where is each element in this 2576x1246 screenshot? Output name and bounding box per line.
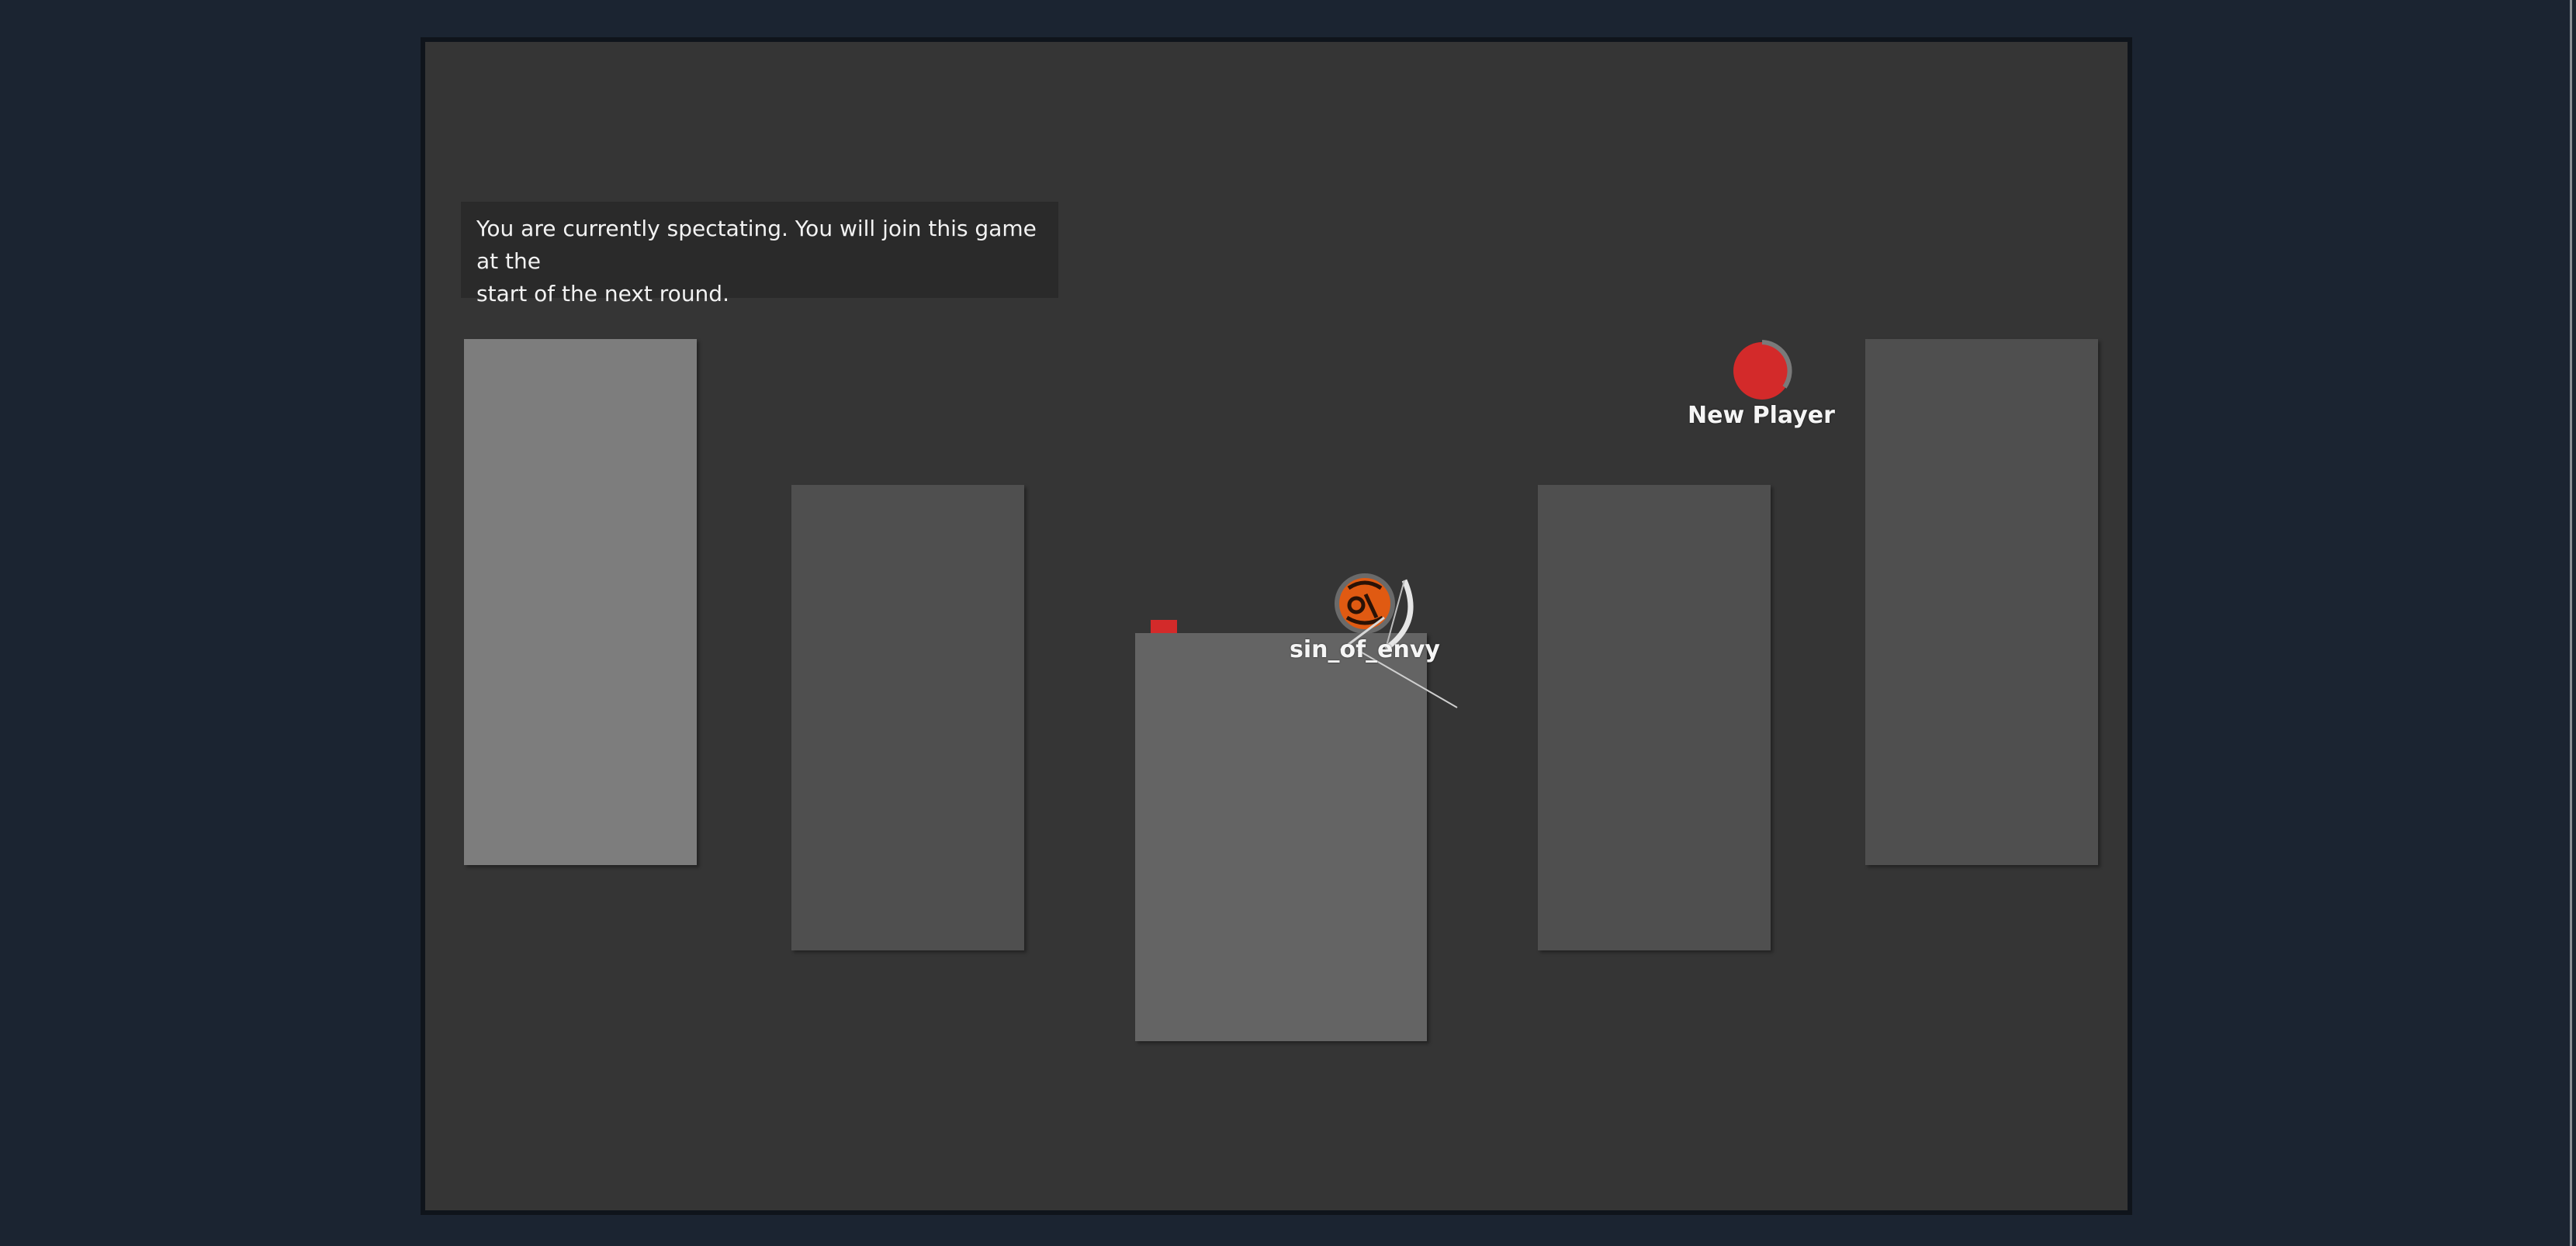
game-arena[interactable]: You are currently spectating. You will j… (421, 37, 2132, 1215)
page-scrollbar[interactable] (2570, 0, 2572, 1246)
player-new-player[interactable] (1733, 340, 1792, 400)
actors-layer (1335, 340, 1792, 708)
player-name-sin-of-envy: sin_of_envy (1290, 636, 1440, 663)
player-name-new-player: New Player (1688, 402, 1835, 429)
